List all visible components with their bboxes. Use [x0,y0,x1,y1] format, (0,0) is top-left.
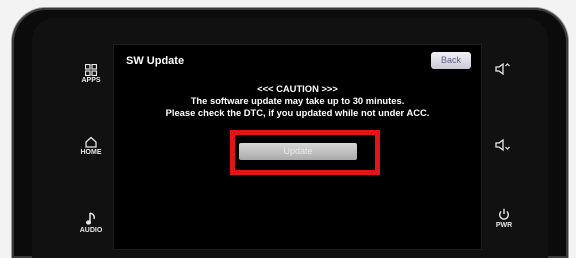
apps-label: APPS [81,77,101,84]
highlight-box [230,130,380,175]
power-button[interactable]: PWR [487,208,521,230]
audio-label: AUDIO [79,227,103,234]
caution-heading: <<< CAUTION >>> [257,83,338,94]
power-label: PWR [495,222,513,229]
caution-line-1: The software update may take up to 30 mi… [190,95,405,106]
apps-grid-icon [85,64,97,76]
volume-up-icon [495,62,510,76]
apps-button[interactable]: APPS [74,64,108,85]
back-button[interactable]: Back [431,52,471,69]
home-icon [85,136,97,148]
volume-down-icon [495,138,510,152]
volume-down-button[interactable] [486,138,520,153]
music-note-icon [85,212,95,225]
power-icon [499,208,509,220]
home-label: HOME [80,149,102,156]
caution-line-2: Please check the DTC, if you updated whi… [165,107,430,118]
volume-up-button[interactable] [486,62,520,77]
home-button[interactable]: HOME [74,136,108,157]
page-title: SW Update [126,55,185,67]
audio-button[interactable]: AUDIO [74,212,108,235]
